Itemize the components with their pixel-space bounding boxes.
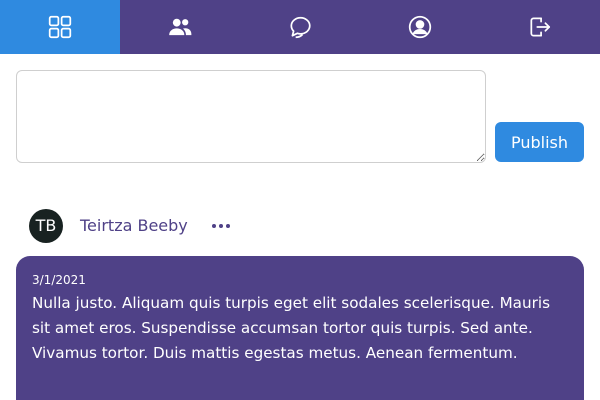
nav-dashboard[interactable] bbox=[0, 0, 120, 54]
nav-messages[interactable] bbox=[240, 0, 360, 54]
logout-icon bbox=[530, 17, 551, 37]
author-name[interactable]: Teirtza Beeby bbox=[80, 216, 188, 235]
post-body: Nulla justo. Aliquam quis turpis eget el… bbox=[32, 294, 550, 362]
post-card: 3/1/2021 Nulla justo. Aliquam quis turpi… bbox=[16, 256, 584, 400]
more-dot bbox=[218, 223, 223, 228]
top-navigation bbox=[0, 0, 600, 54]
nav-profile[interactable] bbox=[360, 0, 480, 54]
profile-icon bbox=[408, 15, 432, 39]
more-horizontal-icon[interactable] bbox=[210, 220, 232, 232]
more-dot bbox=[211, 223, 216, 228]
more-dot bbox=[225, 223, 230, 228]
grid-icon bbox=[48, 15, 72, 39]
nav-users[interactable] bbox=[120, 0, 240, 54]
post-author: TB Teirtza Beeby bbox=[29, 208, 232, 243]
users-icon bbox=[169, 18, 192, 36]
publish-button[interactable]: Publish bbox=[495, 122, 584, 162]
post-date: 3/1/2021 bbox=[32, 273, 86, 287]
post-composer-textarea[interactable] bbox=[16, 70, 486, 163]
chat-icon bbox=[290, 16, 311, 39]
nav-logout[interactable] bbox=[480, 0, 600, 54]
avatar[interactable]: TB bbox=[29, 208, 63, 243]
